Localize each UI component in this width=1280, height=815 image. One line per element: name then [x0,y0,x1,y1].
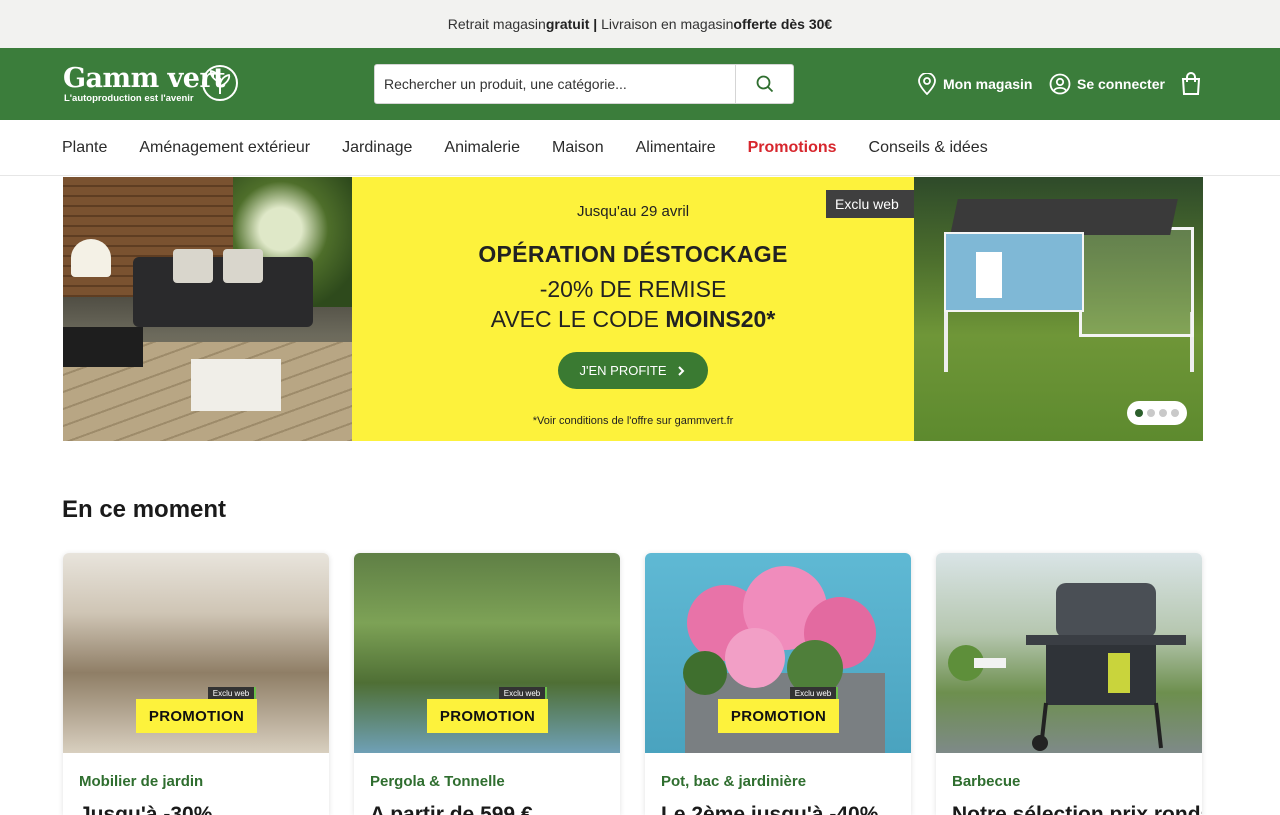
site-header: Gamm vert L'autoproduction est l'avenir … [0,48,1280,120]
main-nav: Plante Aménagement extérieur Jardinage A… [0,120,1280,176]
nav-item-maison[interactable]: Maison [552,139,604,157]
login-link[interactable]: Se connecter [1049,73,1165,95]
search-button[interactable] [735,65,793,103]
card-mobilier-de-jardin[interactable]: Exclu web PROMOTION Mobilier de jardin J… [63,553,329,815]
nav-item-plante[interactable]: Plante [62,139,107,157]
card-image: Exclu web PROMOTION [645,553,911,753]
card-category: Pergola & Tonnelle [370,773,505,790]
search-input[interactable] [375,65,735,103]
card-image [936,553,1202,753]
card-promotion-tag: PROMOTION [427,699,548,733]
nav-item-amenagement-exterieur[interactable]: Aménagement extérieur [139,139,310,157]
card-subtitle: Notre sélection prix ronds [952,803,1202,815]
promo-fine-print: *Voir conditions de l'offre sur gammvert… [532,415,734,427]
card-category: Mobilier de jardin [79,773,204,790]
card-category: Barbecue [952,773,1021,790]
carousel-dots [1127,401,1187,425]
card-image: Exclu web PROMOTION [63,553,329,753]
carousel-dot-4[interactable] [1171,409,1179,417]
user-account-icon [1049,73,1071,95]
card-pergola-tonnelle[interactable]: Exclu web PROMOTION Pergola & Tonnelle A… [354,553,620,815]
card-image: Exclu web PROMOTION [354,553,620,753]
card-promotion-tag: PROMOTION [136,699,257,733]
card-category: Pot, bac & jardinière [661,773,807,790]
barbecue-illustration [948,583,1186,751]
topbar-bold-2: offerte dès 30€ [733,16,833,32]
topbar-text-2: Livraison en magasin [601,16,734,32]
section-title: En ce moment [62,496,227,523]
store-label: Mon magasin [943,76,1033,92]
hero-banner[interactable]: Jusqu'au 29 avril OPÉRATION DÉSTOCKAGE -… [63,177,1203,441]
promo-code: MOINS20* [665,306,776,332]
search-bar [374,64,794,104]
promo-headline: OPÉRATION DÉSTOCKAGE [478,241,788,267]
nav-item-animalerie[interactable]: Animalerie [444,139,520,157]
promo-cta-label: J'EN PROFITE [579,363,667,378]
carousel-dot-1[interactable] [1135,409,1143,417]
logo-tagline: L'autoproduction est l'avenir [64,93,194,104]
promo-code-prefix: AVEC LE CODE [490,306,666,332]
nav-item-jardinage[interactable]: Jardinage [342,139,412,157]
logo[interactable]: Gamm vert L'autoproduction est l'avenir [63,64,239,104]
carousel-dot-2[interactable] [1147,409,1155,417]
carousel-dot-3[interactable] [1159,409,1167,417]
card-pot-bac-jardiniere[interactable]: Exclu web PROMOTION Pot, bac & jardinièr… [645,553,911,815]
topbar-bold-1: gratuit [545,16,590,32]
promo-discount: -20% DE REMISE [539,276,727,302]
promo-topbar: Retrait magasin gratuit | Livraison en m… [0,0,1280,48]
nav-item-alimentaire[interactable]: Alimentaire [636,139,716,157]
leaf-logo-icon [202,65,238,101]
topbar-separator: | [589,16,602,32]
card-subtitle: Jusqu'à -30% [79,803,213,815]
card-subtitle: Le 2ème jusqu'à -40% [661,803,879,815]
topbar-text-1: Retrait magasin [447,16,546,32]
search-icon [756,75,773,93]
patio-furniture-image [63,177,352,441]
promo-code-line: AVEC LE CODE MOINS20* [352,306,914,333]
store-link[interactable]: Mon magasin [917,73,1032,95]
chevron-right-icon [677,365,684,376]
nav-item-promotions[interactable]: Promotions [748,139,837,157]
exclu-web-badge: Exclu web [826,190,918,218]
card-barbecue[interactable]: Barbecue Notre sélection prix ronds [936,553,1202,815]
shopping-bag-icon[interactable] [1180,72,1202,96]
nav-item-conseils-idees[interactable]: Conseils & idées [869,139,988,157]
login-label: Se connecter [1077,76,1165,92]
location-pin-icon [918,73,936,95]
promo-cta-button[interactable]: J'EN PROFITE [558,352,708,389]
card-subtitle: A partir de 599 € [370,803,533,815]
card-promotion-tag: PROMOTION [718,699,839,733]
